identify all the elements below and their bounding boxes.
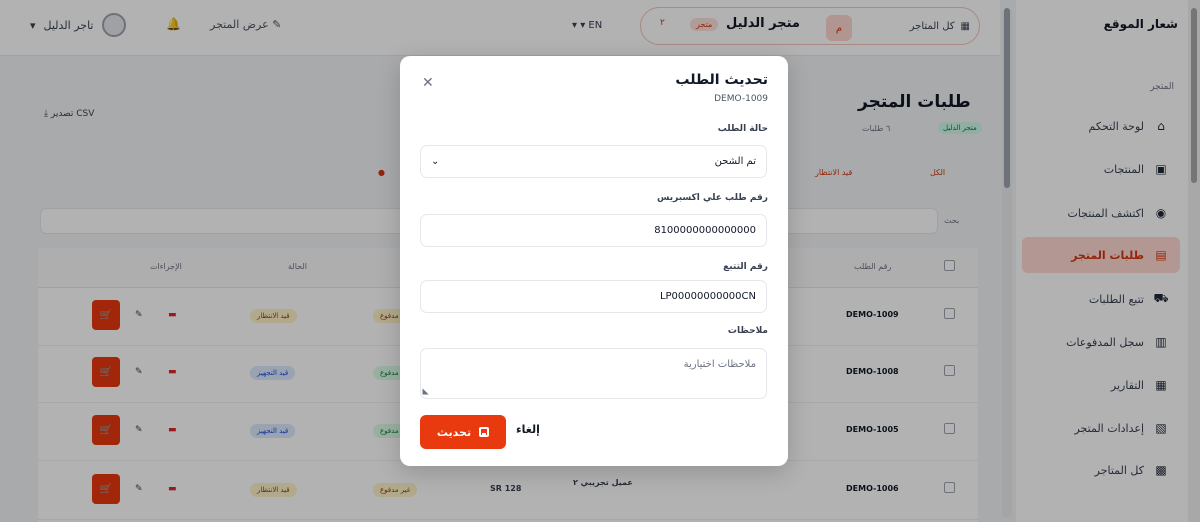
resize-handle-icon[interactable]: ◢ (422, 388, 431, 394)
update-order-modal: تحديث الطلب DEMO-1009 ✕ حالة الطلب تم ال… (400, 56, 788, 466)
aliexpress-label: رقم طلب علي اكسبريس (657, 193, 768, 203)
modal-title: تحديث الطلب (675, 72, 768, 88)
tracking-value: LP00000000000CN (659, 291, 756, 302)
status-select[interactable]: تم الشحن ⌄ (420, 145, 767, 178)
update-label: تحديث (436, 425, 472, 439)
notes-placeholder: ملاحظات اختيارية (683, 359, 756, 370)
tracking-label: رقم التتبع (723, 262, 768, 272)
cancel-button[interactable]: إلغاء (516, 423, 540, 436)
notes-textarea[interactable]: ملاحظات اختيارية ◢ (420, 348, 767, 399)
status-label: حالة الطلب (717, 124, 768, 134)
aliexpress-value: 8100000000000000 (654, 225, 756, 236)
save-icon (479, 427, 490, 437)
status-value: تم الشحن (714, 156, 756, 167)
aliexpress-order-input[interactable]: 8100000000000000 (420, 214, 767, 247)
order-id: DEMO-1009 (714, 94, 768, 104)
tracking-input[interactable]: LP00000000000CN (420, 280, 767, 313)
close-icon[interactable]: ✕ (422, 76, 434, 90)
notes-label: ملاحظات (727, 326, 768, 336)
update-button[interactable]: تحديث (420, 415, 506, 449)
chevron-down-icon: ⌄ (431, 156, 440, 167)
